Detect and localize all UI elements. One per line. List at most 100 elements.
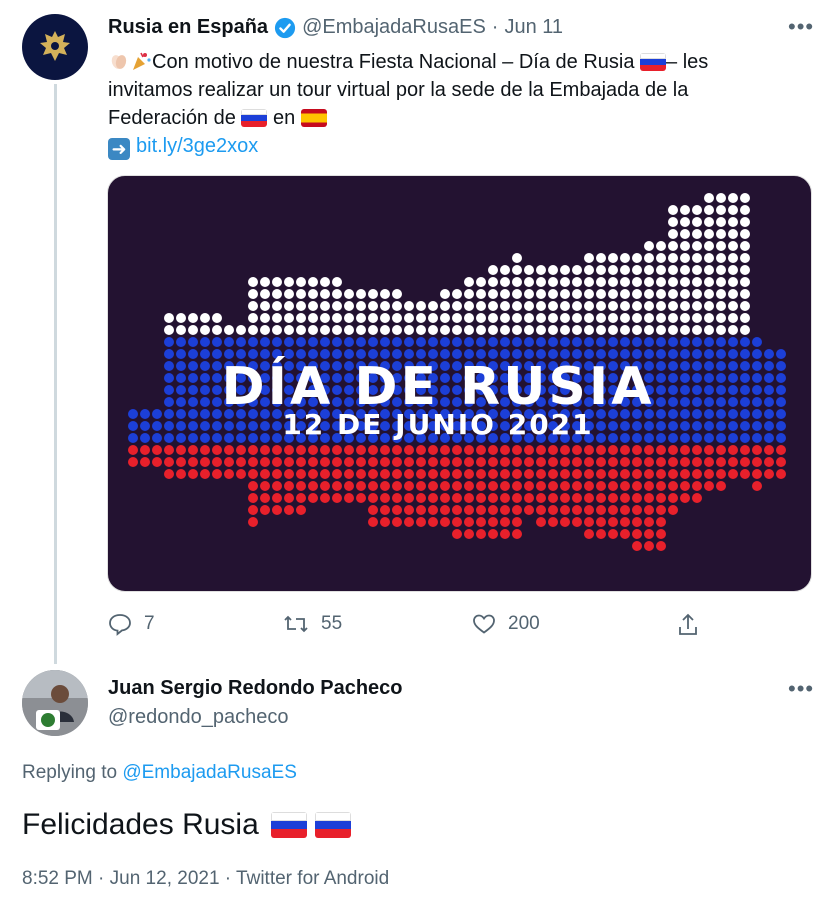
map-dot xyxy=(200,433,210,443)
map-dot xyxy=(476,517,486,527)
map-dot xyxy=(200,373,210,383)
map-dot xyxy=(584,493,594,503)
map-dot xyxy=(380,505,390,515)
map-dot xyxy=(728,457,738,467)
map-dot xyxy=(164,349,174,359)
map-dot xyxy=(620,445,630,455)
map-dot xyxy=(356,493,366,503)
replying-handle-link[interactable]: @EmbajadaRusaES xyxy=(122,762,297,783)
map-dot xyxy=(476,469,486,479)
map-dot xyxy=(344,301,354,311)
map-dot xyxy=(404,325,414,335)
map-dot xyxy=(692,217,702,227)
map-dot xyxy=(584,301,594,311)
map-dot xyxy=(668,253,678,263)
map-dot xyxy=(212,457,222,467)
map-dot xyxy=(212,385,222,395)
map-dot xyxy=(740,313,750,323)
map-dot xyxy=(392,481,402,491)
map-dot xyxy=(428,325,438,335)
tweet2-display-name[interactable]: Juan Sergio Redondo Pacheco xyxy=(108,677,403,700)
map-dot xyxy=(692,493,702,503)
tweet1-media-image[interactable]: DÍA DE RUSIA 12 DE JUNIO 2021 xyxy=(107,175,812,592)
map-dot xyxy=(680,241,690,251)
map-dot xyxy=(776,433,786,443)
map-dot xyxy=(248,433,258,443)
map-dot xyxy=(272,481,282,491)
map-dot xyxy=(440,469,450,479)
embassy-avatar[interactable] xyxy=(22,14,88,80)
map-dot xyxy=(740,253,750,263)
map-dot xyxy=(380,445,390,455)
map-dot xyxy=(728,469,738,479)
map-dot xyxy=(692,325,702,335)
more-options-icon[interactable]: ••• xyxy=(788,676,814,702)
map-dot xyxy=(668,277,678,287)
map-dot xyxy=(704,301,714,311)
map-dot xyxy=(248,457,258,467)
tweet1-handle[interactable]: @EmbajadaRusaES xyxy=(302,16,486,39)
map-dot xyxy=(692,433,702,443)
map-dot xyxy=(428,337,438,347)
more-options-icon[interactable]: ••• xyxy=(788,14,814,40)
map-dot xyxy=(632,265,642,275)
map-dot xyxy=(680,277,690,287)
tweet2-timestamp[interactable]: 8:52 PM · Jun 12, 2021 · Twitter for And… xyxy=(22,868,389,890)
map-dot xyxy=(536,337,546,347)
tweet1-link[interactable]: bit.ly/3ge2xox xyxy=(136,135,258,157)
map-dot xyxy=(560,277,570,287)
map-dot xyxy=(368,445,378,455)
map-dot xyxy=(332,289,342,299)
map-dot xyxy=(680,433,690,443)
map-dot xyxy=(728,433,738,443)
map-dot xyxy=(176,313,186,323)
tweet1-date[interactable]: Jun 11 xyxy=(504,16,563,39)
tweet2-text: Felicidades Rusia xyxy=(22,808,352,842)
map-dot xyxy=(656,313,666,323)
map-dot xyxy=(728,397,738,407)
map-dot xyxy=(176,445,186,455)
map-dot xyxy=(680,217,690,227)
map-dot xyxy=(620,325,630,335)
map-dot xyxy=(296,325,306,335)
map-dot xyxy=(596,289,606,299)
map-dot xyxy=(308,337,318,347)
map-dot xyxy=(644,481,654,491)
map-dot xyxy=(716,217,726,227)
map-dot xyxy=(608,277,618,287)
map-dot xyxy=(452,457,462,467)
like-button[interactable]: 200 xyxy=(472,612,540,636)
map-dot xyxy=(452,301,462,311)
map-dot xyxy=(188,433,198,443)
map-dot xyxy=(668,469,678,479)
retweet-button[interactable]: 55 xyxy=(283,612,342,636)
map-dot xyxy=(716,421,726,431)
map-dot xyxy=(416,505,426,515)
map-dot xyxy=(752,349,762,359)
map-dot xyxy=(668,457,678,467)
map-dot xyxy=(572,289,582,299)
reply-button[interactable]: 7 xyxy=(108,612,155,636)
map-dot xyxy=(716,433,726,443)
map-dot xyxy=(668,217,678,227)
map-dot xyxy=(236,457,246,467)
map-dot xyxy=(716,481,726,491)
map-dot xyxy=(284,481,294,491)
map-dot xyxy=(704,253,714,263)
map-dot xyxy=(740,229,750,239)
map-dot xyxy=(560,265,570,275)
tweet2-handle[interactable]: @redondo_pacheco xyxy=(108,706,403,729)
map-dot xyxy=(260,481,270,491)
map-dot xyxy=(488,325,498,335)
tweet1-display-name[interactable]: Rusia en España xyxy=(108,16,268,39)
map-dot xyxy=(644,433,654,443)
user-avatar[interactable] xyxy=(22,670,88,736)
map-dot xyxy=(668,361,678,371)
map-dot xyxy=(512,445,522,455)
map-dot xyxy=(380,337,390,347)
map-dot xyxy=(584,289,594,299)
map-dot xyxy=(608,337,618,347)
map-dot xyxy=(668,349,678,359)
map-dot xyxy=(308,325,318,335)
share-button[interactable] xyxy=(676,612,700,638)
